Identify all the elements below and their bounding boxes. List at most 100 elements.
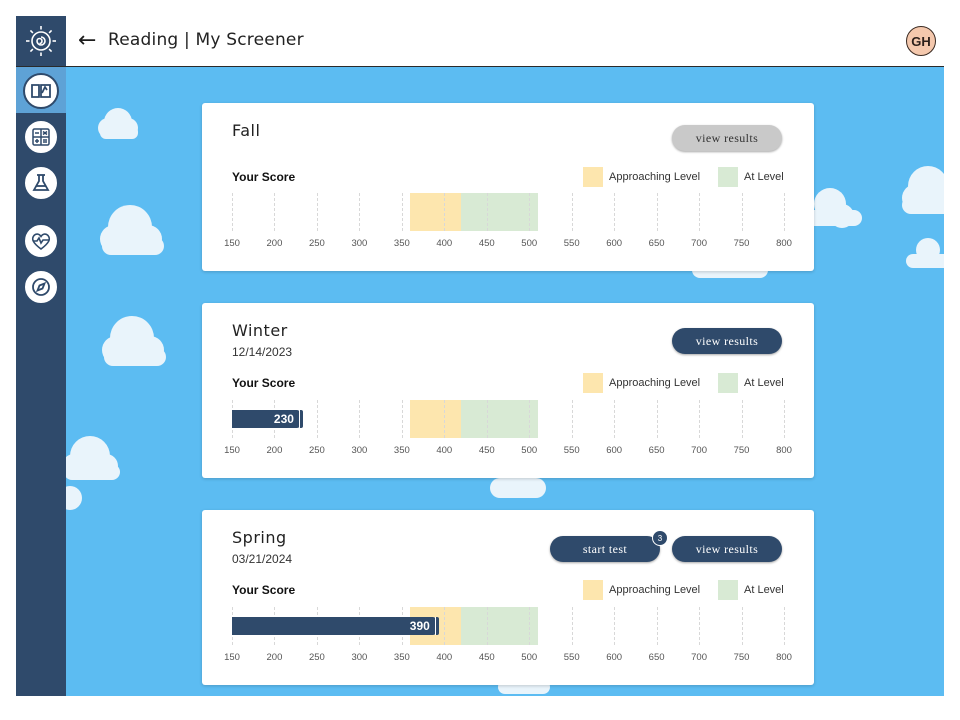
view-results-button[interactable]: view results — [672, 125, 782, 151]
sidebar-item-reading[interactable] — [23, 73, 59, 109]
tick-line — [699, 400, 701, 438]
back-button[interactable]: ← — [78, 28, 100, 54]
tick-label: 750 — [733, 238, 750, 249]
tick-label: 800 — [776, 238, 792, 249]
start-test-button[interactable]: start test — [550, 536, 660, 562]
tick-line — [486, 607, 488, 645]
tick-label: 750 — [733, 652, 750, 663]
tick-line — [444, 607, 446, 645]
tick-line — [401, 193, 403, 231]
tick-line — [316, 193, 318, 231]
tick-line — [699, 607, 701, 645]
tick-line — [529, 607, 531, 645]
tick-line — [274, 193, 276, 231]
legend-label-at-level: At Level — [744, 584, 784, 596]
tick-label: 200 — [266, 238, 283, 249]
tick-line — [741, 607, 743, 645]
tick-label: 700 — [691, 652, 707, 663]
legend-swatch-at-level — [718, 580, 738, 600]
tick-line — [784, 400, 785, 438]
legend-swatch-approaching — [583, 580, 603, 600]
tick-label: 550 — [563, 652, 580, 663]
tick-line — [571, 400, 573, 438]
sidebar-item-health[interactable] — [23, 223, 59, 259]
test-date: 03/21/2024 — [232, 552, 293, 566]
tick-label: 800 — [776, 445, 792, 456]
tick-label: 600 — [606, 238, 623, 249]
sidebar-item-science[interactable] — [23, 165, 59, 201]
tick-line — [232, 193, 233, 231]
tick-label: 300 — [351, 652, 368, 663]
season-title: Fall — [232, 121, 261, 140]
tick-label: 350 — [393, 445, 410, 456]
tick-label: 400 — [436, 652, 453, 663]
heart-pulse-icon — [31, 233, 51, 251]
tick-line — [444, 400, 446, 438]
tick-label: 650 — [648, 445, 665, 456]
sun-spiral-logo-icon — [26, 26, 56, 56]
view-results-button[interactable]: view results — [672, 328, 782, 354]
band-at-level — [461, 607, 538, 645]
tick-label: 550 — [563, 238, 580, 249]
user-avatar[interactable]: GH — [906, 26, 936, 56]
legend-swatch-approaching — [583, 167, 603, 187]
season-title: Spring — [232, 528, 287, 547]
calculator-icon — [32, 128, 50, 146]
score-scale: 150 200 250 300 350 400 450 500 550 600 650 700 750 8… — [224, 400, 792, 456]
score-bar-cap — [298, 410, 303, 428]
tick-line — [614, 193, 616, 231]
score-bar: 230 — [232, 410, 303, 428]
tick-label: 650 — [648, 238, 665, 249]
sidebar-item-math[interactable] — [23, 119, 59, 155]
tick-line — [784, 607, 785, 645]
band-at-level — [461, 193, 538, 231]
tick-line — [444, 193, 446, 231]
tick-line — [529, 193, 531, 231]
tick-label: 500 — [521, 445, 538, 456]
tick-label: 400 — [436, 238, 453, 249]
tick-line — [359, 193, 361, 231]
band-approaching — [410, 193, 462, 231]
tick-label: 250 — [308, 238, 325, 249]
tick-label: 450 — [478, 445, 495, 456]
screener-card-fall: Fall view results Your Score Approaching… — [202, 103, 814, 271]
tick-label: 800 — [776, 652, 792, 663]
app-logo[interactable] — [16, 16, 66, 66]
legend-label-at-level: At Level — [744, 377, 784, 389]
tick-line — [614, 400, 616, 438]
legend-swatch-approaching — [583, 373, 603, 393]
tick-label: 400 — [436, 445, 453, 456]
tick-line — [571, 193, 573, 231]
tick-line — [656, 400, 658, 438]
band-approaching — [410, 400, 462, 438]
tick-line — [741, 193, 743, 231]
your-score-label: Your Score — [232, 170, 296, 184]
page-title: Reading | My Screener — [108, 30, 304, 50]
tick-line — [784, 193, 785, 231]
tick-line — [486, 193, 488, 231]
score-value: 390 — [409, 619, 430, 633]
legend-swatch-at-level — [718, 373, 738, 393]
your-score-label: Your Score — [232, 376, 296, 390]
legend-swatch-at-level — [718, 167, 738, 187]
screener-card-winter: Winter 12/14/2023 view results Your Scor… — [202, 303, 814, 478]
legend-label-approaching: Approaching Level — [609, 377, 701, 389]
tick-label: 250 — [308, 652, 325, 663]
screener-card-spring: Spring 03/21/2024 start test 3 view resu… — [202, 510, 814, 685]
tick-label: 200 — [266, 652, 283, 663]
tick-label: 250 — [308, 445, 325, 456]
tick-label: 150 — [224, 445, 240, 456]
view-results-button[interactable]: view results — [672, 536, 782, 562]
tick-label: 200 — [266, 445, 283, 456]
tick-label: 700 — [691, 238, 707, 249]
tick-label: 300 — [351, 445, 368, 456]
flask-icon — [32, 174, 50, 191]
score-scale: 150 200 250 300 350 400 450 500 550 600 650 700 750 8… — [224, 607, 792, 663]
sidebar-item-explore[interactable] — [23, 269, 59, 305]
tick-label: 650 — [648, 652, 665, 663]
legend-label-approaching: Approaching Level — [609, 171, 701, 183]
tick-line — [486, 400, 488, 438]
tick-line — [359, 400, 361, 438]
tick-label: 600 — [606, 652, 623, 663]
tick-label: 450 — [478, 238, 495, 249]
